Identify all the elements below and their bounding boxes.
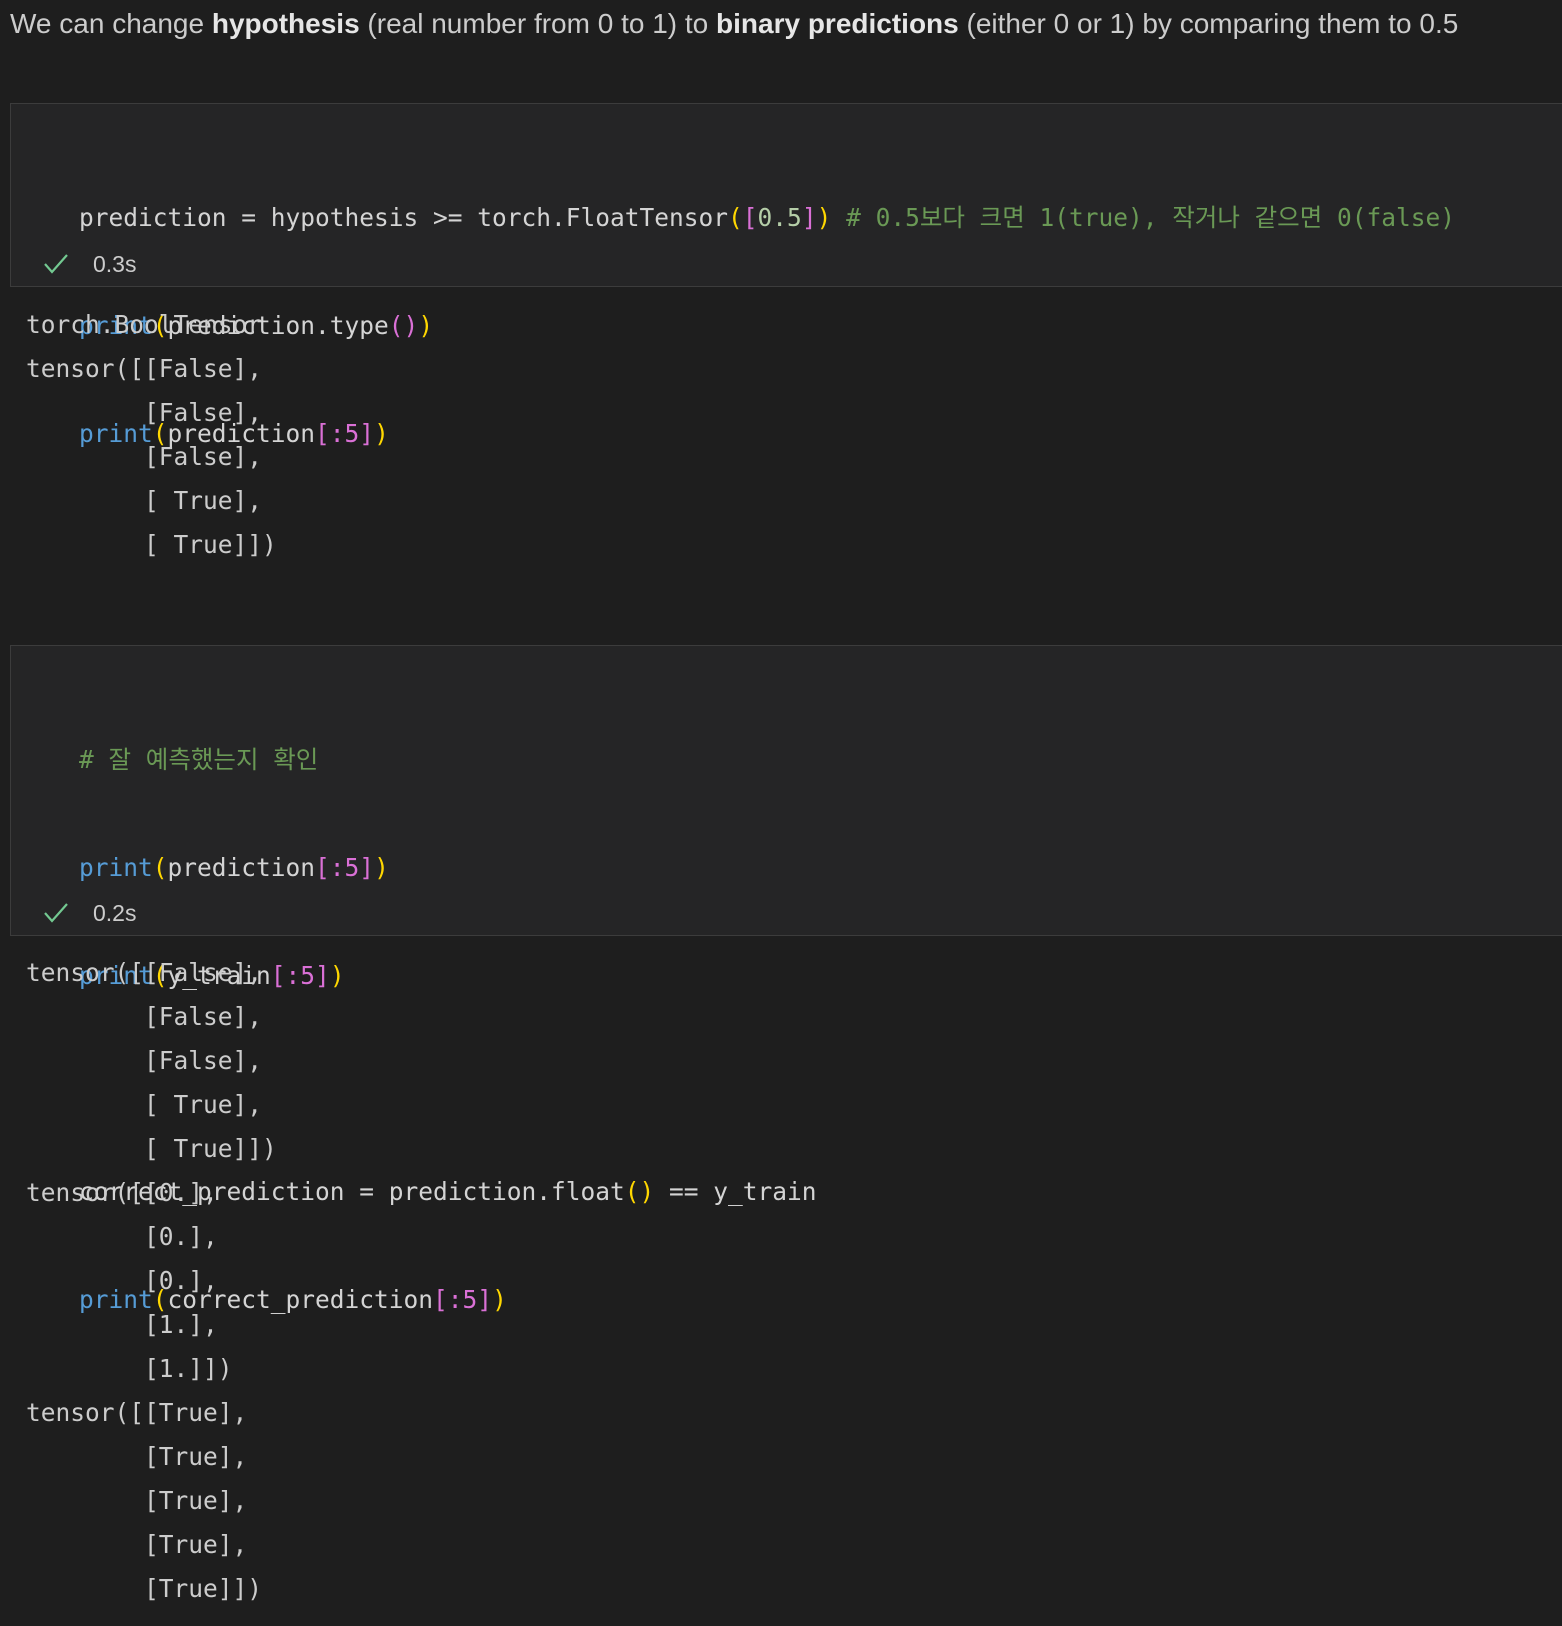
output-line: [1.]]) xyxy=(26,1354,233,1383)
cell-output-1: torch.BoolTensor tensor([[False], [False]… xyxy=(26,303,277,567)
code-token: [:5] xyxy=(270,961,330,990)
output-line: [0.], xyxy=(26,1266,218,1295)
code-token: ) xyxy=(374,419,389,448)
markdown-cell[interactable]: We can change hypothesis (real number fr… xyxy=(10,6,1555,46)
code-token: ) xyxy=(816,203,832,232)
code-comment: # 잘 예측했는지 확인 xyxy=(79,745,319,774)
check-icon xyxy=(44,903,68,923)
output-line: tensor([[0.], xyxy=(26,1178,218,1207)
output-line: [True], xyxy=(26,1530,248,1559)
code-token: print xyxy=(79,853,153,882)
code-token: ( xyxy=(152,853,168,882)
check-icon xyxy=(44,254,68,274)
output-line: [0.], xyxy=(26,1222,218,1251)
output-line: tensor([[False], xyxy=(26,354,263,383)
cell-output-2: tensor([[False], [False], [False], [ Tru… xyxy=(26,951,277,1611)
output-line: tensor([[True], xyxy=(26,1398,248,1427)
output-line: [ True]]) xyxy=(26,1134,277,1163)
execution-status: 0.3s xyxy=(43,248,136,280)
output-line: [True]]) xyxy=(26,1574,263,1603)
markdown-text: We can change xyxy=(10,8,212,39)
execution-status: 0.2s xyxy=(43,897,136,929)
code-token: () xyxy=(388,311,419,340)
output-line: torch.BoolTensor xyxy=(26,310,263,339)
code-comment: # 0.5보다 크면 1(true), 작거나 같으면 0(false) xyxy=(831,203,1455,232)
output-line: [1.], xyxy=(26,1310,218,1339)
code-line: print(prediction.type()) xyxy=(79,308,1455,344)
code-token: prediction = hypothesis >= torch.FloatTe… xyxy=(79,203,729,232)
output-line: [False], xyxy=(26,1046,263,1075)
code-token: ] xyxy=(801,203,817,232)
code-line: print(prediction[:5]) xyxy=(79,416,1455,452)
output-line: [ True]]) xyxy=(26,530,277,559)
execution-time: 0.3s xyxy=(93,250,137,277)
code-token: ) xyxy=(329,961,345,990)
markdown-text: (real number from 0 to 1) to xyxy=(359,8,717,39)
code-token: [:5] xyxy=(315,853,375,882)
markdown-text: (either 0 or 1) by comparing them to 0.5 xyxy=(958,8,1459,39)
code-cell-2[interactable]: # 잘 예측했는지 확인 print(prediction[:5]) print… xyxy=(10,645,1562,1314)
code-token: == y_train xyxy=(654,1177,817,1206)
code-token: ) xyxy=(492,1285,507,1314)
code-token: () xyxy=(624,1177,655,1206)
code-line: print(prediction[:5]) xyxy=(79,850,817,886)
output-line: [True], xyxy=(26,1486,248,1515)
code-token: [:5] xyxy=(315,419,375,448)
output-line: [True], xyxy=(26,1442,248,1471)
code-token: ) xyxy=(374,853,389,882)
code-editor[interactable]: prediction = hypothesis >= torch.FloatTe… xyxy=(79,128,1455,524)
output-line: [ True], xyxy=(26,486,263,515)
markdown-bold-hypothesis: hypothesis xyxy=(211,8,360,39)
code-token: ( xyxy=(728,203,743,232)
output-line: [False], xyxy=(26,1002,263,1031)
code-line: prediction = hypothesis >= torch.FloatTe… xyxy=(79,200,1455,236)
output-line: tensor([[False], xyxy=(26,958,263,987)
code-token: prediction xyxy=(167,853,316,882)
code-token: ) xyxy=(418,311,434,340)
code-line: # 잘 예측했는지 확인 xyxy=(79,742,817,778)
code-cell-1[interactable]: prediction = hypothesis >= torch.FloatTe… xyxy=(10,103,1562,448)
code-token: [ xyxy=(742,203,758,232)
execution-time: 0.2s xyxy=(93,899,137,926)
output-line: [False], xyxy=(26,442,263,471)
code-token: 0.5 xyxy=(757,203,802,232)
markdown-bold-binary-predictions: binary predictions xyxy=(716,8,959,39)
output-line: [False], xyxy=(26,398,263,427)
output-line: [ True], xyxy=(26,1090,263,1119)
code-token: [:5] xyxy=(433,1285,493,1314)
